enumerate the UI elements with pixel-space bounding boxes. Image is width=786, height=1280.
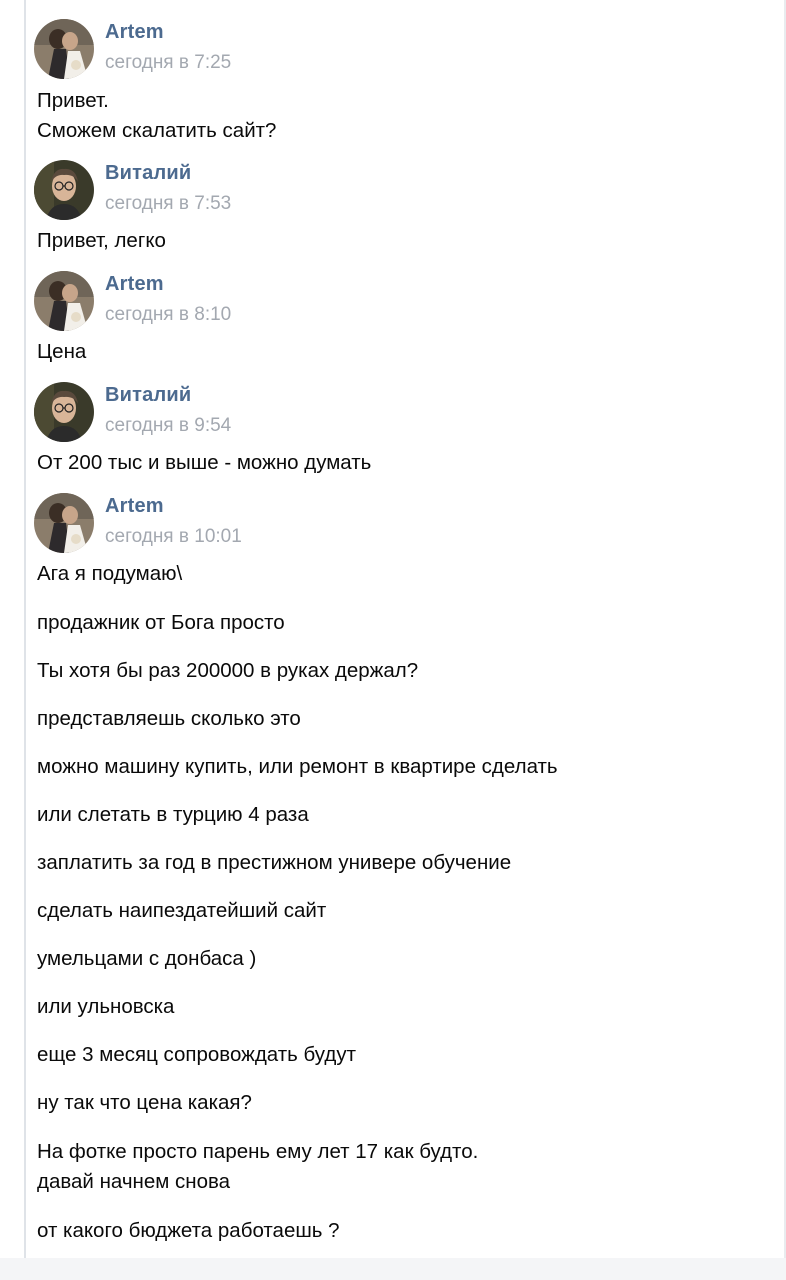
message-time: сегодня в 8:10: [105, 304, 232, 325]
message-time: сегодня в 7:25: [105, 52, 232, 73]
message-header: Виталий сегодня в 9:54: [34, 382, 434, 444]
author-name[interactable]: Artem: [105, 493, 164, 519]
message-line: представляешь сколько это: [37, 707, 301, 730]
message-line: На фотке просто парень ему лет 17 как бу…: [37, 1140, 479, 1163]
thread-rule: [24, 0, 26, 1258]
bottom-bar: [0, 1258, 786, 1280]
avatar-young-man-icon[interactable]: [34, 160, 94, 220]
message-header: Виталий сегодня в 7:53: [34, 160, 434, 222]
message-line: Сможем скалатить сайт?: [37, 119, 277, 142]
message-line: или слетать в турцию 4 раза: [37, 803, 309, 826]
message-line: ну так что цена какая?: [37, 1091, 252, 1114]
message-time: сегодня в 9:54: [105, 415, 232, 436]
message-line: или ульновска: [37, 995, 175, 1018]
message-line: давай начнем снова: [37, 1170, 231, 1193]
message-line: сделать наипездатейший сайт: [37, 899, 327, 922]
avatar-wedding-photo-icon[interactable]: [34, 271, 94, 331]
message-header: Artem сегодня в 8:10: [34, 271, 434, 333]
message-line: можно машину купить, или ремонт в кварти…: [37, 755, 558, 778]
message-header: Artem сегодня в 7:25: [34, 19, 434, 81]
avatar-young-man-icon[interactable]: [34, 382, 94, 442]
message-time: сегодня в 7:53: [105, 193, 232, 214]
message-line: умельцами с донбаса ): [37, 947, 257, 970]
message-time: сегодня в 10:01: [105, 526, 242, 547]
author-name[interactable]: Artem: [105, 19, 164, 45]
chat-history: Artem сегодня в 7:25 Привет. Сможем скал…: [0, 0, 786, 1280]
message-line: еще 3 месяц сопровождать будут: [37, 1043, 356, 1066]
message-line: заплатить за год в престижном универе об…: [37, 851, 512, 874]
message-line: Привет, легко: [37, 229, 166, 252]
message-header: Artem сегодня в 10:01: [34, 493, 434, 555]
message-line: Ага я подумаю\: [37, 562, 183, 585]
avatar-wedding-photo-icon[interactable]: [34, 493, 94, 553]
message-line: Цена: [37, 340, 87, 363]
avatar-wedding-photo-icon[interactable]: [34, 19, 94, 79]
message-line: Привет.: [37, 89, 109, 112]
author-name[interactable]: Виталий: [105, 160, 191, 186]
message-line: От 200 тыс и выше - можно думать: [37, 451, 372, 474]
author-name[interactable]: Artem: [105, 271, 164, 297]
author-name[interactable]: Виталий: [105, 382, 191, 408]
message-line: от какого бюджета работаешь ?: [37, 1219, 340, 1242]
message-line: Ты хотя бы раз 200000 в руках держал?: [37, 659, 419, 682]
message-line: продажник от Бога просто: [37, 611, 285, 634]
